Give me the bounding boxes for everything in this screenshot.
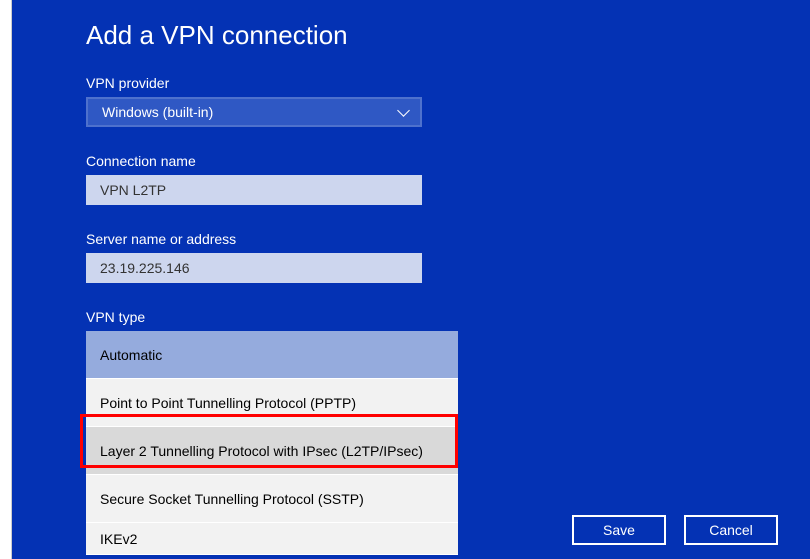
vpn-provider-group: VPN provider Windows (built-in): [86, 75, 810, 127]
window-edge: [0, 0, 12, 559]
form-content: Add a VPN connection VPN provider Window…: [12, 0, 810, 555]
connection-name-group: Connection name: [86, 153, 810, 205]
connection-name-label: Connection name: [86, 153, 810, 169]
vpn-provider-value: Windows (built-in): [102, 104, 213, 120]
page-title: Add a VPN connection: [86, 20, 810, 51]
add-vpn-panel: Add a VPN connection VPN provider Window…: [12, 0, 810, 559]
vpn-provider-label: VPN provider: [86, 75, 810, 91]
server-address-label: Server name or address: [86, 231, 810, 247]
vpn-type-option-sstp[interactable]: Secure Socket Tunnelling Protocol (SSTP): [86, 475, 458, 523]
vpn-type-label: VPN type: [86, 309, 810, 325]
cancel-button[interactable]: Cancel: [684, 515, 778, 545]
vpn-type-option-l2tp[interactable]: Layer 2 Tunnelling Protocol with IPsec (…: [86, 427, 458, 475]
vpn-type-option-ikev2[interactable]: IKEv2: [86, 523, 458, 555]
connection-name-input[interactable]: [86, 175, 422, 205]
save-button[interactable]: Save: [572, 515, 666, 545]
button-row: Save Cancel: [572, 515, 778, 545]
vpn-type-option-automatic[interactable]: Automatic: [86, 331, 458, 379]
vpn-provider-select[interactable]: Windows (built-in): [86, 97, 422, 127]
vpn-type-option-pptp[interactable]: Point to Point Tunnelling Protocol (PPTP…: [86, 379, 458, 427]
server-address-group: Server name or address: [86, 231, 810, 283]
server-address-input[interactable]: [86, 253, 422, 283]
vpn-type-dropdown[interactable]: Automatic Point to Point Tunnelling Prot…: [86, 331, 458, 555]
